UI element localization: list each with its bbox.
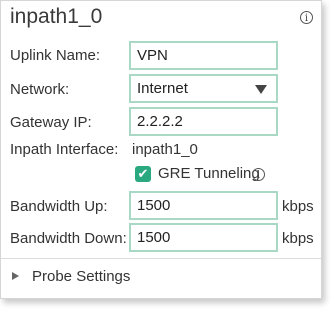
- gateway-ip-label: Gateway IP:: [10, 114, 92, 131]
- bandwidth-up-unit: kbps: [282, 198, 314, 215]
- bandwidth-down-unit: kbps: [282, 230, 314, 247]
- inpath-interface-label: Inpath Interface:: [10, 141, 119, 158]
- network-select-value: Internet: [137, 80, 188, 97]
- bandwidth-up-label: Bandwidth Up:: [10, 198, 108, 215]
- gre-tunneling-checkbox[interactable]: ✔: [135, 166, 151, 182]
- inpath-interface-value: inpath1_0: [132, 141, 198, 158]
- uplink-name-input[interactable]: VPN: [129, 41, 278, 70]
- network-label: Network:: [10, 81, 70, 98]
- gre-info-icon[interactable]: i: [252, 168, 265, 181]
- panel-title: inpath1_0: [10, 5, 103, 28]
- caret-right-icon[interactable]: [12, 272, 19, 280]
- uplink-name-label: Uplink Name:: [10, 47, 101, 64]
- info-icon[interactable]: i: [300, 11, 313, 24]
- divider: [1, 258, 321, 259]
- uplink-panel: inpath1_0 i Uplink Name: VPN Network: In…: [0, 0, 322, 299]
- gateway-ip-input[interactable]: 2.2.2.2: [129, 107, 278, 136]
- bandwidth-up-input[interactable]: 1500: [129, 191, 278, 220]
- probe-settings-toggle[interactable]: Probe Settings: [32, 268, 130, 285]
- network-select[interactable]: Internet: [129, 74, 278, 103]
- bandwidth-down-label: Bandwidth Down:: [10, 230, 127, 247]
- gre-tunneling-label[interactable]: GRE Tunneling: [158, 165, 260, 182]
- bandwidth-down-input[interactable]: 1500: [129, 223, 278, 252]
- chevron-down-icon: [255, 85, 267, 94]
